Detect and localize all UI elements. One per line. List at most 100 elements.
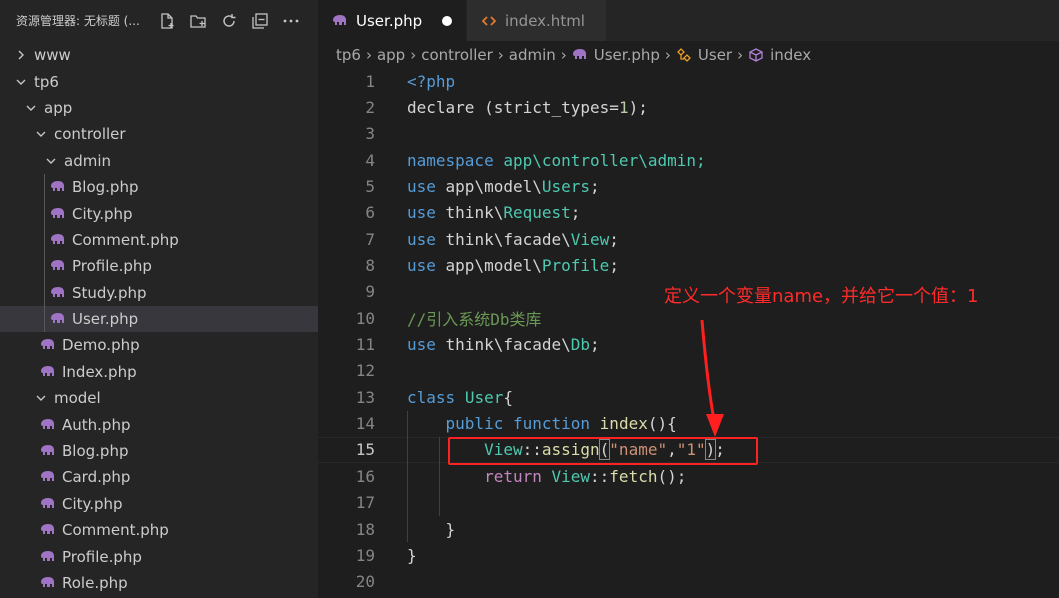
- code-text: }: [407, 546, 417, 565]
- file-tree: www tp6 app controller admin Blog.php City.php…: [0, 42, 318, 596]
- tree-item-label: Index.php: [62, 362, 137, 381]
- tree-file[interactable]: Index.php: [0, 359, 318, 385]
- tree-file[interactable]: Card.php: [0, 464, 318, 490]
- line-number: 3: [365, 124, 375, 144]
- tree-folder-admin[interactable]: admin: [0, 148, 318, 174]
- code-line[interactable]: 18 }: [318, 516, 1059, 542]
- code-line[interactable]: 3: [318, 121, 1059, 147]
- tree-folder-app[interactable]: app: [0, 95, 318, 121]
- code-token: Db: [570, 335, 591, 355]
- code-token: ;: [609, 229, 619, 249]
- explorer-title: 资源管理器: 无标题 (...: [16, 14, 140, 28]
- tree-item-label: Profile.php: [72, 257, 152, 276]
- tree-file[interactable]: User.php: [0, 305, 318, 333]
- tree-item-label: Card.php: [62, 468, 131, 487]
- unsaved-dot-icon[interactable]: [442, 16, 452, 26]
- tree-file[interactable]: Role.php: [0, 570, 318, 596]
- code-line[interactable]: 16 return View::fetch();: [318, 463, 1059, 489]
- tree-item-label: City.php: [62, 494, 123, 513]
- chevron-down-icon[interactable]: [14, 75, 28, 89]
- code-line[interactable]: 1 <?php: [318, 68, 1059, 94]
- breadcrumb-item[interactable]: User.php: [594, 46, 660, 64]
- collapse-all-icon[interactable]: [249, 10, 271, 32]
- code-token: Profile: [541, 256, 610, 276]
- php-elephant-icon: [40, 576, 56, 590]
- tree-folder-tp6[interactable]: tp6: [0, 68, 318, 94]
- code-line[interactable]: 5 use app\model\Users;: [318, 173, 1059, 199]
- code-token: fetch: [609, 466, 658, 486]
- tree-folder-www[interactable]: www: [0, 42, 318, 68]
- chevron-down-icon[interactable]: [34, 127, 48, 141]
- tree-item-label: Comment.php: [72, 230, 179, 249]
- tab-index-html[interactable]: index.html: [466, 0, 606, 41]
- tree-file[interactable]: Study.php: [0, 279, 318, 306]
- code-text: class User{: [407, 388, 513, 407]
- code-line[interactable]: 20: [318, 569, 1059, 595]
- code-token: app\model\: [435, 256, 542, 276]
- line-number: 12: [355, 361, 375, 381]
- tree-file[interactable]: City.php: [0, 200, 318, 227]
- refresh-icon[interactable]: [218, 10, 240, 32]
- tree-file[interactable]: Profile.php: [0, 253, 318, 280]
- breadcrumb-separator-icon: ›: [365, 46, 372, 64]
- tree-file[interactable]: Blog.php: [0, 438, 318, 464]
- chevron-down-icon[interactable]: [44, 154, 58, 168]
- line-number: 20: [355, 572, 375, 592]
- chevron-down-icon[interactable]: [24, 101, 38, 115]
- line-number: 16: [355, 466, 375, 486]
- tree-folder-model[interactable]: model: [0, 385, 318, 411]
- breadcrumb-item[interactable]: index: [770, 46, 811, 64]
- code-token: think\facade\: [435, 229, 571, 249]
- tree-file[interactable]: Blog.php: [0, 173, 318, 201]
- line-number: 8: [365, 256, 375, 276]
- code-line[interactable]: 2 declare (strict_types=1);: [318, 94, 1059, 120]
- tab-user-php[interactable]: User.php: [318, 0, 466, 41]
- code-token: ;: [590, 177, 600, 197]
- code-line[interactable]: 8 use app\model\Profile;: [318, 252, 1059, 278]
- new-file-icon[interactable]: [156, 10, 178, 32]
- code-line[interactable]: 19}: [318, 542, 1059, 568]
- more-icon[interactable]: [280, 10, 302, 32]
- tree-file[interactable]: Auth.php: [0, 411, 318, 437]
- tree-file[interactable]: Profile.php: [0, 543, 318, 569]
- line-number: 15: [355, 440, 375, 460]
- code-line[interactable]: 4 namespace app\controller\admin;: [318, 147, 1059, 173]
- code-token: ();: [657, 466, 687, 486]
- breadcrumb-item[interactable]: controller: [421, 46, 493, 64]
- code-line[interactable]: 7 use think\facade\View;: [318, 226, 1059, 252]
- php-elephant-icon: [50, 286, 66, 300]
- code-token: }: [407, 519, 456, 539]
- code-text: use think\facade\Db;: [407, 335, 600, 354]
- tree-folder-controller[interactable]: controller: [0, 121, 318, 147]
- tree-file[interactable]: Comment.php: [0, 226, 318, 254]
- code-token: View: [570, 229, 610, 249]
- tab-label: index.html: [505, 11, 585, 30]
- code-line[interactable]: 17: [318, 490, 1059, 516]
- indent-guide: [44, 253, 45, 280]
- code-line[interactable]: 6 use think\Request;: [318, 200, 1059, 226]
- code-token: {: [503, 387, 513, 407]
- chevron-right-icon[interactable]: [14, 48, 28, 62]
- line-number: 1: [365, 71, 375, 91]
- code-token: //引入系统Db类库: [407, 310, 542, 330]
- chevron-down-icon[interactable]: [34, 391, 48, 405]
- class-symbol-icon: [676, 48, 692, 62]
- breadcrumb-item[interactable]: admin: [509, 46, 556, 64]
- explorer-sidebar: 资源管理器: 无标题 (... www tp6 app controller admin…: [0, 0, 318, 598]
- breadcrumb-item[interactable]: tp6: [336, 46, 361, 64]
- indent-guide: [44, 173, 45, 201]
- line-number: 19: [355, 545, 375, 565]
- breadcrumb-separator-icon: ›: [497, 46, 504, 64]
- tree-file[interactable]: Demo.php: [0, 332, 318, 358]
- breadcrumb-separator-icon: ›: [560, 46, 567, 64]
- line-number: 17: [355, 493, 375, 513]
- breadcrumb-item[interactable]: app: [377, 46, 405, 64]
- tree-file[interactable]: City.php: [0, 491, 318, 517]
- code-text: use think\facade\View;: [407, 230, 619, 249]
- tree-file[interactable]: Comment.php: [0, 517, 318, 543]
- new-folder-icon[interactable]: [187, 10, 209, 32]
- breadcrumb-item[interactable]: User: [698, 46, 732, 64]
